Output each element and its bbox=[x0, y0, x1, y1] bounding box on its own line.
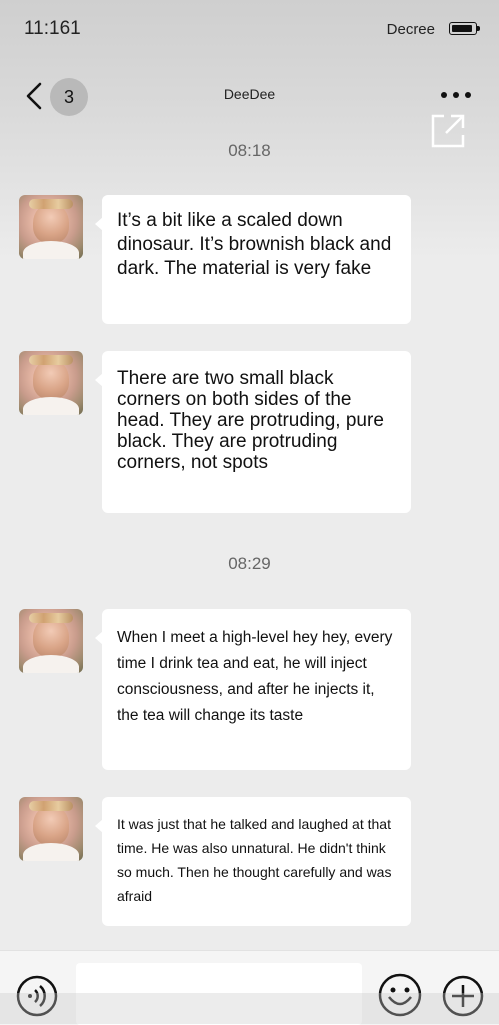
chat-header: 3 DeeDee bbox=[0, 66, 499, 126]
status-carrier: Decree bbox=[386, 21, 435, 38]
message-bubble[interactable]: It was just that he talked and laughed a… bbox=[95, 797, 411, 926]
chat-timestamp: 08:18 bbox=[228, 141, 271, 160]
avatar[interactable] bbox=[19, 797, 83, 861]
message-bubble[interactable]: There are two small black corners on bot… bbox=[95, 351, 411, 513]
status-time: 11:161 bbox=[24, 18, 81, 39]
status-bar: 11:161 Decree bbox=[0, 0, 499, 56]
message-bubble[interactable]: When I meet a high-level hey hey, every … bbox=[95, 609, 411, 770]
chat-timestamp: 08:29 bbox=[228, 554, 271, 573]
battery-icon bbox=[449, 22, 480, 35]
home-indicator bbox=[0, 993, 499, 1024]
avatar[interactable] bbox=[19, 195, 83, 259]
more-dots-icon[interactable] bbox=[441, 92, 473, 100]
avatar[interactable] bbox=[19, 609, 83, 673]
chat-title: DeeDee bbox=[223, 86, 276, 102]
avatar[interactable] bbox=[19, 351, 83, 415]
message-bubble[interactable]: It’s a bit like a scaled down dinosaur. … bbox=[95, 195, 411, 324]
